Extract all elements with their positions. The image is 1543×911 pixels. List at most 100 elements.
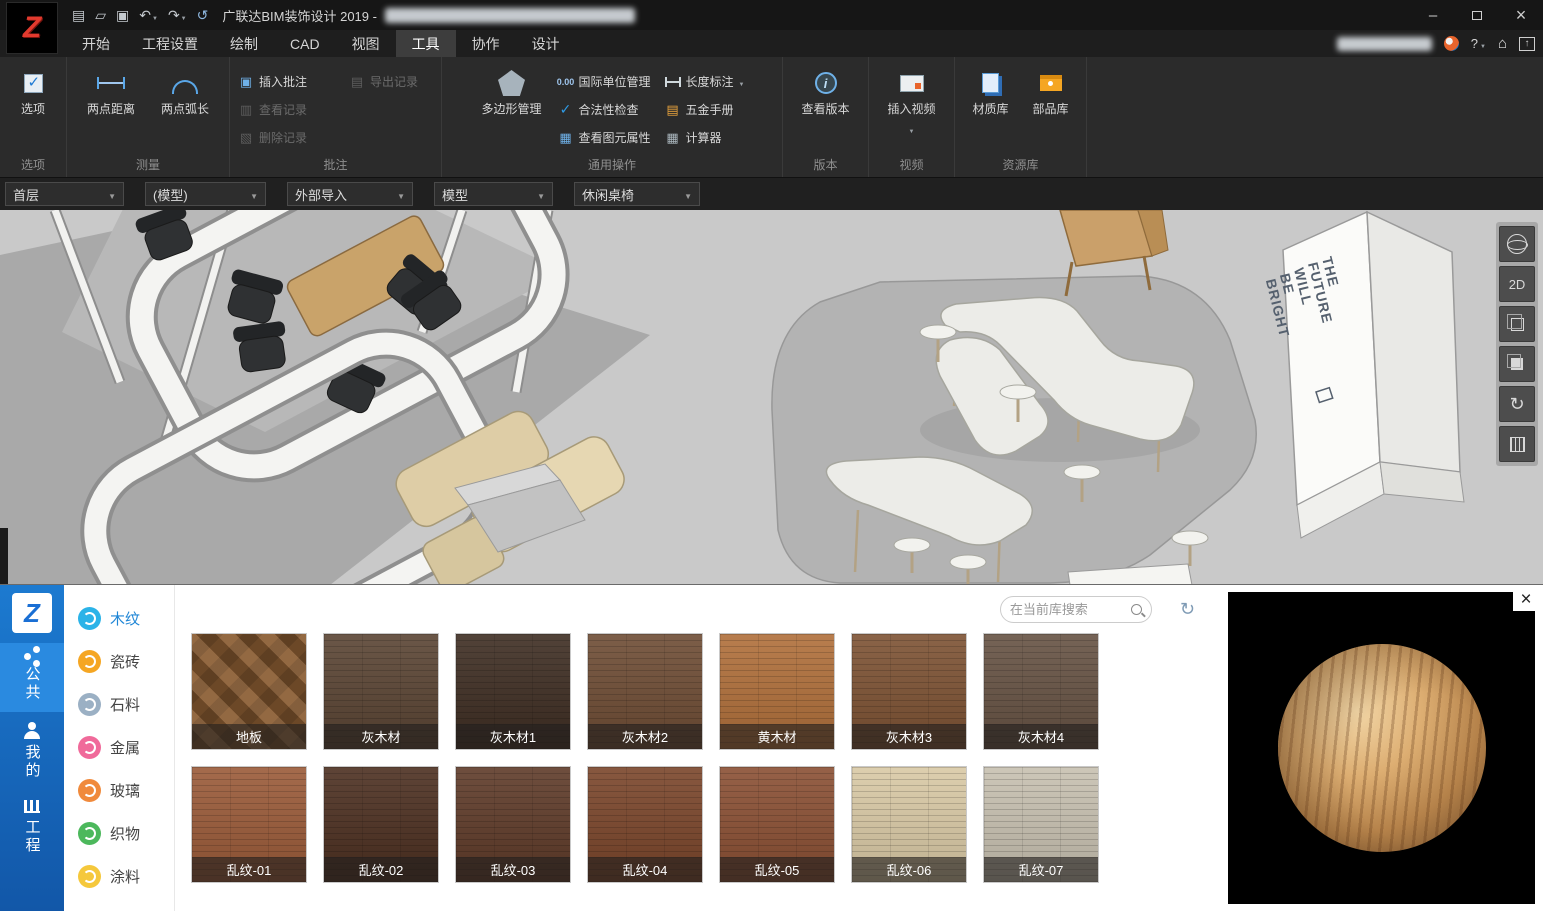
insert-annotation-button[interactable]: 插入批注 bbox=[232, 69, 340, 94]
material-card[interactable]: 灰木材1 bbox=[455, 633, 571, 750]
tab-view[interactable]: 视图 bbox=[336, 30, 396, 57]
delete-record-button[interactable]: 删除记录 bbox=[232, 125, 340, 150]
nav-item-public[interactable]: 公共 bbox=[0, 643, 64, 712]
material-library-icon bbox=[982, 73, 999, 93]
material-card[interactable]: 黄木材 bbox=[719, 633, 835, 750]
length-dimension-button[interactable]: 长度标注 bbox=[659, 69, 751, 94]
ribbon-group-version: 查看版本 版本 bbox=[783, 57, 869, 177]
search-input[interactable] bbox=[1010, 602, 1125, 617]
viewport-3d-canvas[interactable]: THE FUTURE WILL BE BRIGHT 2D bbox=[0, 210, 1543, 585]
material-card[interactable]: 灰木材4 bbox=[983, 633, 1099, 750]
close-button[interactable] bbox=[1499, 0, 1543, 30]
model-type-selector[interactable]: 模型 bbox=[434, 182, 553, 206]
material-card[interactable]: 乱纹-07 bbox=[983, 766, 1099, 883]
material-preview-pane bbox=[1228, 592, 1535, 904]
minimize-button[interactable] bbox=[1411, 0, 1455, 30]
tab-start[interactable]: 开始 bbox=[66, 30, 126, 57]
refresh-icon[interactable] bbox=[1180, 599, 1195, 620]
new-file-icon[interactable] bbox=[72, 7, 85, 24]
ribbon-group-options: 选项 选项 bbox=[0, 57, 67, 177]
close-icon bbox=[1516, 5, 1527, 26]
tab-design[interactable]: 设计 bbox=[516, 30, 576, 57]
publish-icon[interactable] bbox=[1519, 37, 1535, 51]
material-card[interactable]: 地板 bbox=[191, 633, 307, 750]
material-card[interactable]: 乱纹-02 bbox=[323, 766, 439, 883]
element-properties-button[interactable]: 查看图元属性 bbox=[552, 125, 657, 150]
category-fabric[interactable]: 织物 bbox=[64, 812, 174, 855]
open-file-icon[interactable] bbox=[95, 7, 106, 24]
app-logo[interactable]: Z bbox=[6, 2, 58, 54]
options-button[interactable]: 选项 bbox=[5, 63, 61, 116]
undo-button[interactable] bbox=[139, 7, 158, 24]
orbit-view-button[interactable] bbox=[1499, 226, 1535, 262]
rotate-view-button[interactable] bbox=[1499, 386, 1535, 422]
category-glass[interactable]: 玻璃 bbox=[64, 769, 174, 812]
category-tile[interactable]: 瓷砖 bbox=[64, 640, 174, 683]
ribbon-group-video: 插入视频 视频 bbox=[869, 57, 955, 177]
options-icon bbox=[24, 74, 43, 93]
ribbon-group-measure: 两点距离 两点弧长 测量 bbox=[67, 57, 230, 177]
calculator-button[interactable]: 计算器 bbox=[659, 125, 751, 150]
nav-item-project[interactable]: 工程 bbox=[0, 790, 64, 865]
material-card[interactable]: 灰木材2 bbox=[587, 633, 703, 750]
category-wood[interactable]: 木纹 bbox=[64, 597, 174, 640]
maximize-icon bbox=[1472, 11, 1482, 20]
category-stone[interactable]: 石料 bbox=[64, 683, 174, 726]
component-category-selector[interactable]: 休闲桌椅 bbox=[574, 182, 700, 206]
material-card[interactable]: 乱纹-04 bbox=[587, 766, 703, 883]
two-point-arc-button[interactable]: 两点弧长 bbox=[149, 63, 221, 116]
tab-collaborate[interactable]: 协作 bbox=[456, 30, 516, 57]
insert-annotation-icon bbox=[238, 74, 254, 90]
polygon-manage-button[interactable]: 多边形管理 bbox=[474, 63, 550, 116]
panel-close-button[interactable] bbox=[1513, 588, 1539, 611]
community-icon[interactable] bbox=[1444, 36, 1459, 51]
nav-item-mine[interactable]: 我的 bbox=[0, 712, 64, 790]
category-paint[interactable]: 涂料 bbox=[64, 855, 174, 898]
import-source-selector[interactable]: 外部导入 bbox=[287, 182, 413, 206]
search-icon[interactable] bbox=[1131, 604, 1142, 615]
material-card[interactable]: 乱纹-03 bbox=[455, 766, 571, 883]
model-filter-selector[interactable]: (模型) bbox=[145, 182, 266, 206]
legality-check-button[interactable]: 合法性检查 bbox=[552, 97, 657, 122]
view-version-button[interactable]: 查看版本 bbox=[790, 63, 862, 116]
two-point-distance-button[interactable]: 两点距离 bbox=[75, 63, 147, 116]
export-record-button[interactable]: 导出记录 bbox=[343, 69, 439, 94]
library-logo[interactable]: Z bbox=[12, 593, 52, 633]
floor-selector[interactable]: 首层 bbox=[5, 182, 124, 206]
ribbon-group-annotation: 插入批注 导出记录 查看记录 删除记录 批注 bbox=[230, 57, 442, 177]
tab-tools[interactable]: 工具 bbox=[396, 30, 456, 57]
insert-video-button[interactable]: 插入视频 bbox=[876, 63, 948, 138]
maximize-button[interactable] bbox=[1455, 0, 1499, 30]
material-card[interactable]: 灰木材3 bbox=[851, 633, 967, 750]
tab-project-settings[interactable]: 工程设置 bbox=[126, 30, 214, 57]
material-card[interactable]: 乱纹-01 bbox=[191, 766, 307, 883]
home-icon[interactable] bbox=[1498, 35, 1507, 53]
insert-video-icon bbox=[900, 75, 924, 92]
front-view-button[interactable] bbox=[1499, 306, 1535, 342]
category-metal[interactable]: 金属 bbox=[64, 726, 174, 769]
international-unit-button[interactable]: 国际单位管理 bbox=[552, 69, 657, 94]
section-box-button[interactable] bbox=[1499, 426, 1535, 462]
help-button[interactable] bbox=[1471, 36, 1486, 51]
tab-draw[interactable]: 绘制 bbox=[214, 30, 274, 57]
material-preview-sphere bbox=[1278, 644, 1486, 852]
hardware-manual-button[interactable]: 五金手册 bbox=[659, 97, 751, 122]
tab-cad[interactable]: CAD bbox=[274, 30, 336, 57]
parts-library-button[interactable]: 部品库 bbox=[1022, 63, 1080, 116]
sync-icon[interactable] bbox=[197, 7, 209, 24]
chevron-down-icon bbox=[684, 187, 692, 202]
iso-view-button[interactable] bbox=[1499, 346, 1535, 382]
window-controls bbox=[1411, 0, 1543, 30]
view-record-button[interactable]: 查看记录 bbox=[232, 97, 340, 122]
material-card[interactable]: 乱纹-06 bbox=[851, 766, 967, 883]
section-grid-icon bbox=[1510, 437, 1525, 452]
calculator-icon bbox=[665, 130, 681, 146]
wood-category-icon bbox=[78, 607, 101, 630]
material-card[interactable]: 乱纹-05 bbox=[719, 766, 835, 883]
save-icon[interactable] bbox=[116, 7, 129, 24]
view-2d-button[interactable]: 2D bbox=[1499, 266, 1535, 302]
undo-dropdown-icon bbox=[152, 7, 158, 23]
material-card[interactable]: 灰木材 bbox=[323, 633, 439, 750]
material-library-button[interactable]: 材质库 bbox=[962, 63, 1020, 116]
redo-button[interactable] bbox=[168, 7, 187, 24]
